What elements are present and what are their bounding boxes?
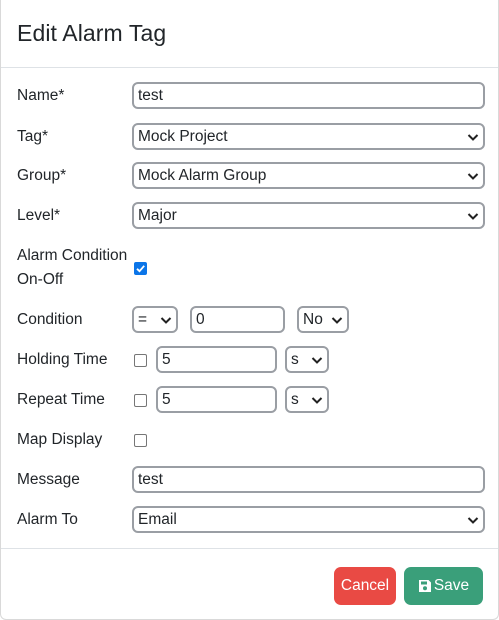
message-label: Message — [17, 471, 80, 488]
chevron-down-icon — [467, 516, 479, 524]
alarm-condition-label-line2: On-Off — [17, 271, 64, 288]
cancel-button[interactable]: Cancel — [334, 567, 396, 605]
condition-value-input[interactable]: 0 — [190, 306, 285, 333]
map-display-label: Map Display — [17, 431, 103, 448]
repeat-time-unit-select[interactable]: s — [285, 386, 329, 413]
repeat-time-unit-value: s — [291, 391, 299, 408]
floppy-disk-icon — [418, 580, 431, 592]
repeat-time-checkbox[interactable] — [134, 394, 147, 407]
alarm-condition-checkbox[interactable] — [134, 262, 147, 275]
holding-time-label: Holding Time — [17, 351, 108, 368]
chevron-down-icon — [467, 172, 479, 180]
tag-select[interactable]: Mock Project — [132, 123, 485, 150]
alarm-to-select[interactable]: Email — [132, 506, 485, 533]
map-display-checkbox[interactable] — [134, 434, 147, 447]
group-select-value: Mock Alarm Group — [138, 167, 267, 184]
holding-time-unit-value: s — [291, 351, 299, 368]
modal-title: Edit Alarm Tag — [17, 20, 167, 46]
condition-flag-select[interactable]: No — [297, 306, 349, 333]
level-select-value: Major — [138, 207, 177, 224]
repeat-time-input[interactable]: 5 — [156, 386, 277, 413]
group-select[interactable]: Mock Alarm Group — [132, 162, 485, 189]
name-input[interactable]: test — [132, 82, 485, 109]
chevron-down-icon — [311, 356, 323, 364]
holding-time-unit-select[interactable]: s — [285, 346, 329, 373]
checkmark-icon — [136, 265, 145, 273]
condition-operator-value: = — [138, 311, 148, 328]
condition-label: Condition — [17, 311, 83, 328]
chevron-down-icon — [160, 316, 172, 324]
save-button[interactable]: Save — [404, 567, 483, 605]
holding-time-input[interactable]: 5 — [156, 346, 277, 373]
modal-header: Edit Alarm Tag — [1, 0, 498, 68]
alarm-to-label: Alarm To — [17, 511, 78, 528]
level-select[interactable]: Major — [132, 202, 485, 229]
alarm-condition-label-line1: Alarm Condition — [17, 247, 128, 264]
edit-alarm-tag-modal: Edit Alarm Tag Name* test Tag* Mock Proj… — [0, 0, 499, 620]
chevron-down-icon — [331, 316, 343, 324]
chevron-down-icon — [311, 396, 323, 404]
group-label: Group* — [17, 167, 67, 184]
message-input[interactable]: test — [132, 466, 485, 493]
tag-label: Tag* — [17, 128, 49, 145]
chevron-down-icon — [467, 212, 479, 220]
modal-footer: Cancel Save — [1, 548, 498, 620]
save-button-label: Save — [433, 577, 470, 594]
tag-select-value: Mock Project — [138, 128, 228, 145]
repeat-time-label: Repeat Time — [17, 391, 105, 408]
level-label: Level* — [17, 207, 61, 224]
condition-flag-value: No — [303, 311, 323, 328]
condition-operator-select[interactable]: = — [132, 306, 178, 333]
name-label: Name* — [17, 87, 65, 104]
chevron-down-icon — [467, 133, 479, 141]
holding-time-checkbox[interactable] — [134, 354, 147, 367]
alarm-to-select-value: Email — [138, 511, 177, 528]
